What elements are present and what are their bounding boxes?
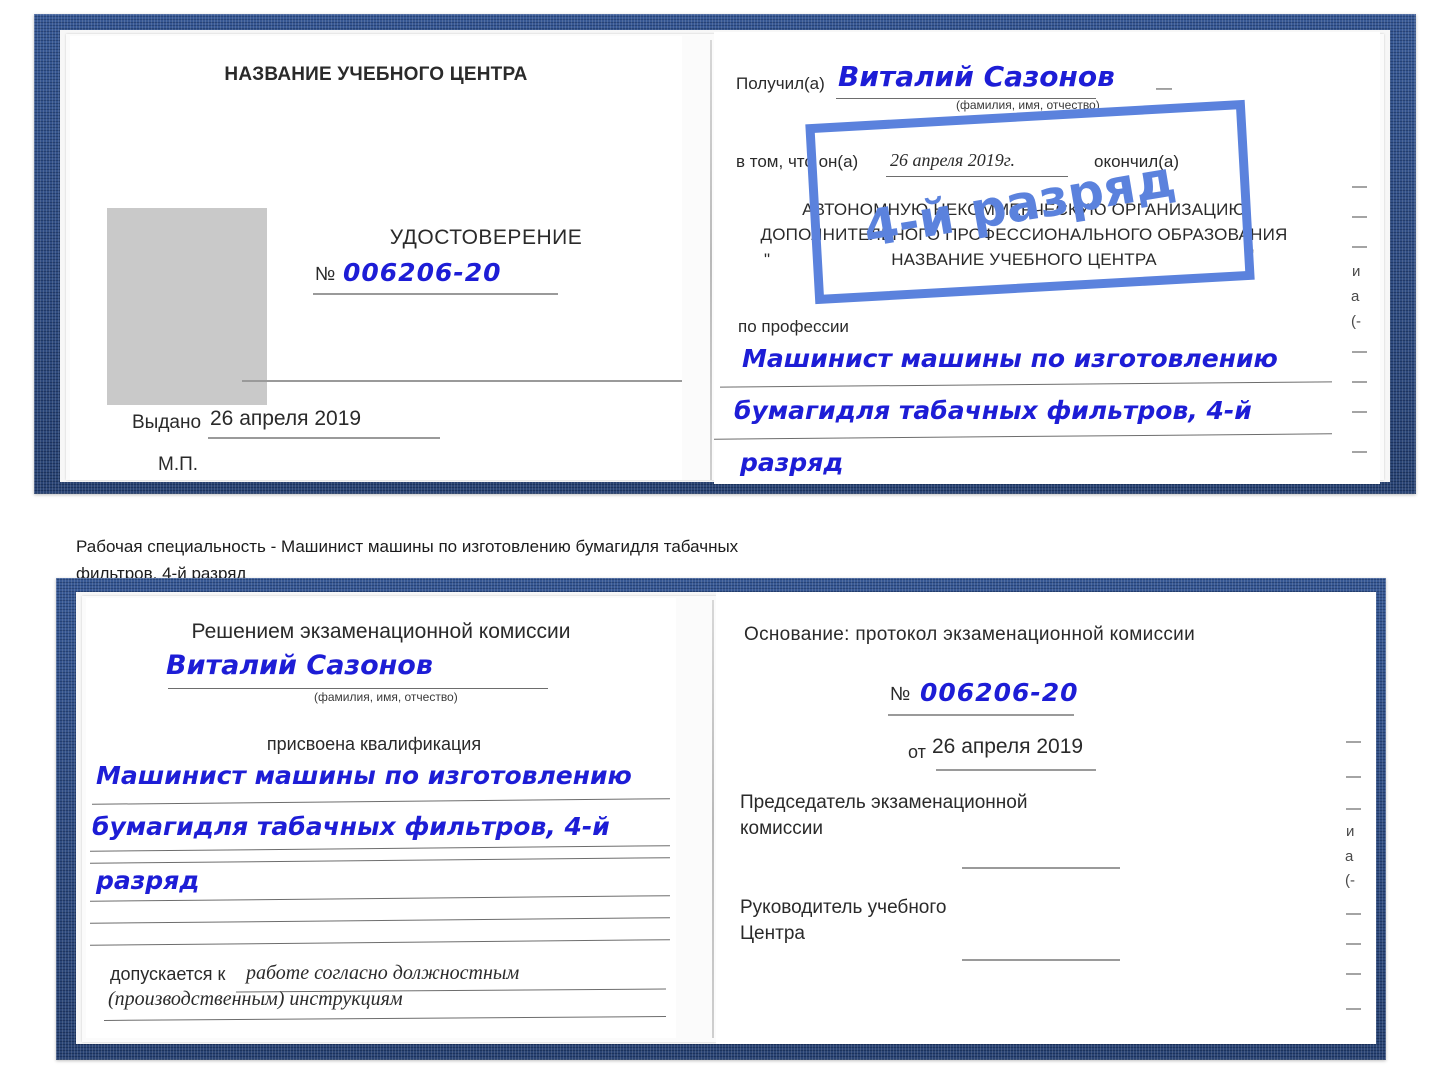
received-label: Получил(а) xyxy=(736,74,825,93)
org-line-2: ДОПОЛНИТЕЛЬНОГО ПРОФЕССИОНАЛЬНОГО ОБРАЗО… xyxy=(760,225,1288,244)
admitted-value-line-1: работе согласно должностным xyxy=(246,962,520,984)
chairman-line-2: комиссии xyxy=(740,818,823,839)
top-left-page: НАЗВАНИЕ УЧЕБНОГО ЦЕНТРА УДОСТОВЕРЕНИЕ №… xyxy=(70,36,682,480)
bottom-date-label: от xyxy=(908,742,926,762)
issued-value: 26 апреля 2019 xyxy=(210,407,362,430)
director-signature-rule xyxy=(962,959,1120,961)
qualification-label: присвоена квалификация xyxy=(266,734,482,754)
bottom-number-value: 006206-20 xyxy=(920,678,1079,707)
caption-line-1: Рабочая специальность - Машинист машины … xyxy=(76,537,739,556)
admitted-label: допускается к xyxy=(110,964,226,984)
profession-rule-2 xyxy=(714,433,1332,440)
received-value: Виталий Сазонов xyxy=(838,60,1115,93)
top-book-spine xyxy=(710,40,712,480)
number-rule xyxy=(313,293,558,295)
qual-rule-4 xyxy=(90,895,670,902)
seal-label: М.П. xyxy=(158,454,199,475)
profession-line-2: бумагидля табачных фильтров, 4-й xyxy=(734,396,1252,425)
finished-label: окончил(а) xyxy=(1094,152,1179,171)
in-that-rule xyxy=(886,176,1068,177)
number-label: № xyxy=(315,264,336,285)
org-line-3: НАЗВАНИЕ УЧЕБНОГО ЦЕНТРА xyxy=(891,250,1157,269)
profession-line-3: разряд xyxy=(740,448,844,477)
commission-decision-header: Решением экзаменационной комиссии xyxy=(191,620,571,643)
admitted-rule-2 xyxy=(104,1016,666,1021)
qual-rule-3 xyxy=(90,857,670,864)
issued-label: Выдано xyxy=(132,412,202,433)
qual-rule-6 xyxy=(90,939,670,946)
qual-rule-5 xyxy=(90,917,670,924)
bottom-number-rule xyxy=(888,714,1074,716)
in-that-label: в том, что он(а) xyxy=(736,152,859,171)
certificate-scan-page: НАЗВАНИЕ УЧЕБНОГО ЦЕНТРА УДОСТОВЕРЕНИЕ №… xyxy=(0,0,1448,1085)
qualification-line-2: бумагидля табачных фильтров, 4-й xyxy=(92,812,610,841)
chairman-signature-rule xyxy=(962,867,1120,869)
training-center-header: НАЗВАНИЕ УЧЕБНОГО ЦЕНТРА xyxy=(224,64,528,85)
top-right-page: Получил(а) Виталий Сазонов (фамилия, имя… xyxy=(714,32,1380,484)
received-hint: (фамилия, имя, отчество) xyxy=(956,98,1100,112)
bottom-name-rule xyxy=(168,688,548,689)
profession-line-1: Машинист машины по изготовлению xyxy=(742,344,1278,373)
basis-label: Основание: протокол экзаменационной коми… xyxy=(744,624,1196,645)
bottom-date-rule xyxy=(936,769,1096,771)
bottom-name-hint: (фамилия, имя, отчество) xyxy=(314,690,458,704)
in-that-value: 26 апреля 2019г. xyxy=(890,150,1016,170)
org-line-1: АВТОНОМНУЮ НЕКОММЕРЧЕСКУЮ ОРГАНИЗАЦИЮ xyxy=(802,200,1246,219)
bottom-right-page: Основание: протокол экзаменационной коми… xyxy=(716,592,1376,1044)
issued-rule xyxy=(208,437,440,439)
director-line-1: Руководитель учебного xyxy=(740,897,947,918)
profession-rule-1 xyxy=(720,381,1332,388)
blank-rule-middle xyxy=(242,380,682,382)
bottom-book-spine xyxy=(712,600,714,1038)
chairman-line-1: Председатель экзаменационной xyxy=(740,792,1028,813)
bottom-left-page: Решением экзаменационной комиссии Витали… xyxy=(86,598,676,1038)
qual-rule-2 xyxy=(90,845,670,852)
profession-label: по профессии xyxy=(738,317,849,336)
bottom-date-value: 26 апреля 2019 xyxy=(932,735,1084,758)
admitted-value-line-2: (производственным) инструкциям xyxy=(108,988,403,1010)
qual-rule-1 xyxy=(92,798,670,805)
director-line-2: Центра xyxy=(740,923,805,944)
received-trailing-dash: — xyxy=(1156,80,1172,97)
bottom-number-label: № xyxy=(890,684,911,705)
org-quote-close: " xyxy=(1248,246,1255,265)
qualification-line-3: разряд xyxy=(96,866,200,895)
number-value: 006206-20 xyxy=(343,258,502,287)
photo-placeholder xyxy=(107,208,267,405)
udostoverenie-title: УДОСТОВЕРЕНИЕ xyxy=(389,226,583,249)
bottom-name-value: Виталий Сазонов xyxy=(166,650,433,681)
qualification-line-1: Машинист машины по изготовлению xyxy=(96,761,632,790)
